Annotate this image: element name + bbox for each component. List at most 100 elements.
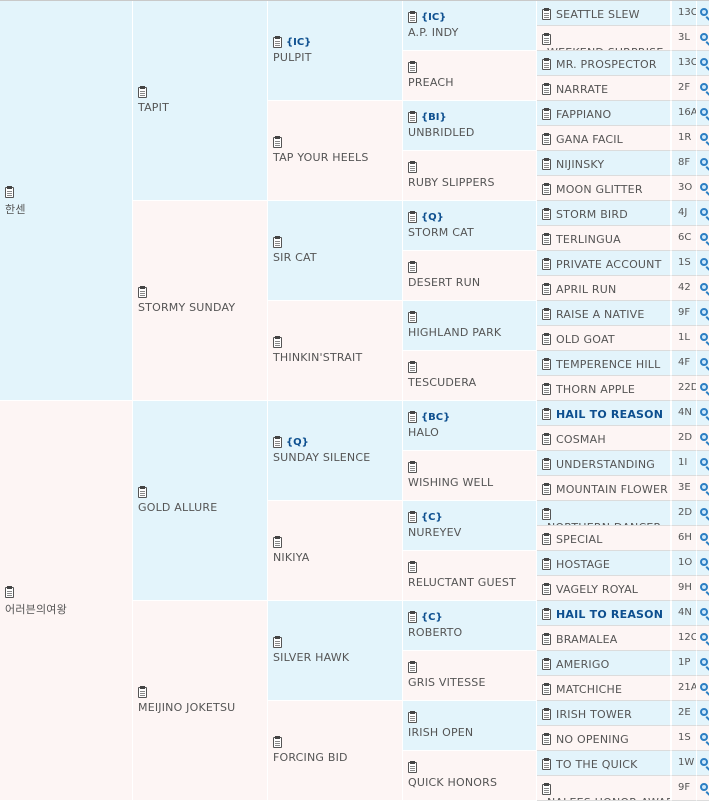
horse-name-link[interactable]: ROBERTO [408, 626, 536, 639]
magnifier-icon[interactable] [700, 458, 708, 466]
magnifier-icon[interactable] [700, 258, 708, 266]
clipboard-icon[interactable] [138, 285, 147, 298]
horse-name-link[interactable]: NIKIYA [273, 551, 402, 564]
horse-name-link[interactable]: PRIVATE ACCOUNT [556, 258, 662, 271]
search-icon-button[interactable] [696, 676, 709, 701]
search-icon-button[interactable] [696, 476, 709, 501]
search-icon-button[interactable] [696, 326, 709, 351]
search-icon-button[interactable] [696, 176, 709, 201]
magnifier-icon[interactable] [700, 583, 708, 591]
clipboard-icon[interactable] [542, 582, 551, 595]
horse-name-link[interactable]: TEMPERENCE HILL [556, 358, 660, 371]
horse-name-link[interactable]: THINKIN'STRAIT [273, 351, 402, 364]
clipboard-icon[interactable] [542, 7, 551, 20]
horse-name-link[interactable]: OLD GOAT [556, 333, 615, 346]
magnifier-icon[interactable] [700, 483, 708, 491]
horse-name-link[interactable]: SPECIAL [556, 533, 603, 546]
horse-name-link[interactable]: MATCHICHE [556, 683, 622, 696]
magnifier-icon[interactable] [700, 508, 708, 516]
horse-name-link[interactable]: FAPPIANO [556, 108, 611, 121]
clipboard-icon[interactable] [5, 185, 14, 198]
magnifier-icon[interactable] [700, 133, 708, 141]
clipboard-icon[interactable] [408, 460, 417, 473]
clipboard-icon[interactable] [542, 757, 551, 770]
clipboard-icon[interactable] [408, 660, 417, 673]
clipboard-icon[interactable] [542, 57, 551, 70]
horse-name-link[interactable]: IRISH OPEN [408, 726, 536, 739]
magnifier-icon[interactable] [700, 683, 708, 691]
clipboard-icon[interactable] [542, 107, 551, 120]
magnifier-icon[interactable] [700, 733, 708, 741]
clipboard-icon[interactable] [542, 732, 551, 745]
magnifier-icon[interactable] [700, 558, 708, 566]
magnifier-icon[interactable] [700, 783, 708, 791]
search-icon-button[interactable] [696, 776, 709, 801]
clipboard-icon[interactable] [542, 182, 551, 195]
clipboard-icon[interactable] [273, 535, 282, 548]
clipboard-icon[interactable] [408, 710, 417, 723]
horse-name-link[interactable]: THORN APPLE [556, 383, 635, 396]
clipboard-icon[interactable] [408, 260, 417, 273]
horse-name-link[interactable]: TO THE QUICK [556, 758, 638, 771]
magnifier-icon[interactable] [700, 308, 708, 316]
horse-name-link[interactable]: SUNDAY SILENCE [273, 451, 402, 464]
clipboard-icon[interactable] [542, 157, 551, 170]
clipboard-icon[interactable] [408, 410, 417, 423]
search-icon-button[interactable] [696, 276, 709, 301]
horse-name-link[interactable]: STORM BIRD [556, 208, 628, 221]
clipboard-icon[interactable] [542, 782, 551, 795]
horse-name-link[interactable]: HOSTAGE [556, 558, 610, 571]
clipboard-icon[interactable] [138, 85, 147, 98]
horse-name-link[interactable]: TERLINGUA [556, 233, 621, 246]
horse-name-link[interactable]: PREACH [408, 76, 536, 89]
horse-name-link[interactable]: SEATTLE SLEW [556, 8, 640, 21]
magnifier-icon[interactable] [700, 208, 708, 216]
horse-name-link[interactable]: NUREYEV [408, 526, 536, 539]
horse-name-link[interactable]: RELUCTANT GUEST [408, 576, 536, 589]
horse-name-link[interactable]: NARRATE [556, 83, 608, 96]
clipboard-icon[interactable] [138, 685, 147, 698]
clipboard-icon[interactable] [542, 357, 551, 370]
horse-name-link[interactable]: SILVER HAWK [273, 651, 402, 664]
horse-name-link[interactable]: TAPIT [138, 101, 267, 114]
clipboard-icon[interactable] [408, 310, 417, 323]
search-icon-button[interactable] [696, 626, 709, 651]
clipboard-icon[interactable] [542, 657, 551, 670]
clipboard-icon[interactable] [408, 760, 417, 773]
horse-name-link[interactable]: 어러븐의여왕 [5, 601, 132, 617]
horse-name-link[interactable]: AMERIGO [556, 658, 609, 671]
search-icon-button[interactable] [696, 501, 709, 526]
horse-name-link[interactable]: TESCUDERA [408, 376, 536, 389]
horse-name-link[interactable]: GOLD ALLURE [138, 501, 267, 514]
magnifier-icon[interactable] [700, 383, 708, 391]
magnifier-icon[interactable] [700, 183, 708, 191]
horse-name-link[interactable]: MOUNTAIN FLOWER [556, 483, 668, 496]
horse-name-link[interactable]: UNDERSTANDING [556, 458, 655, 471]
horse-name-link[interactable]: TAP YOUR HEELS [273, 151, 402, 164]
search-icon-button[interactable] [696, 251, 709, 276]
horse-name-link[interactable]: RAISE A NATIVE [556, 308, 645, 321]
clipboard-icon[interactable] [273, 135, 282, 148]
horse-name-link[interactable]: MOON GLITTER [556, 183, 643, 196]
horse-name-link[interactable]: BRAMALEA [556, 633, 618, 646]
horse-name-link[interactable]: APRIL RUN [556, 283, 616, 296]
magnifier-icon[interactable] [700, 333, 708, 341]
clipboard-icon[interactable] [542, 607, 551, 620]
clipboard-icon[interactable] [542, 457, 551, 470]
magnifier-icon[interactable] [700, 58, 708, 66]
clipboard-icon[interactable] [542, 132, 551, 145]
horse-name-link[interactable]: FORCING BID [273, 751, 402, 764]
clipboard-icon[interactable] [542, 232, 551, 245]
horse-name-link[interactable]: HALO [408, 426, 536, 439]
clipboard-icon[interactable] [542, 532, 551, 545]
clipboard-icon[interactable] [408, 360, 417, 373]
horse-name-link[interactable]: NIJINSKY [556, 158, 604, 171]
horse-name-link[interactable]: COSMAH [556, 433, 606, 446]
clipboard-icon[interactable] [5, 585, 14, 598]
horse-name-link[interactable]: MR. PROSPECTOR [556, 58, 657, 71]
search-icon-button[interactable] [696, 426, 709, 451]
magnifier-icon[interactable] [700, 433, 708, 441]
search-icon-button[interactable] [696, 726, 709, 751]
search-icon-button[interactable] [696, 226, 709, 251]
search-icon-button[interactable] [696, 601, 709, 626]
